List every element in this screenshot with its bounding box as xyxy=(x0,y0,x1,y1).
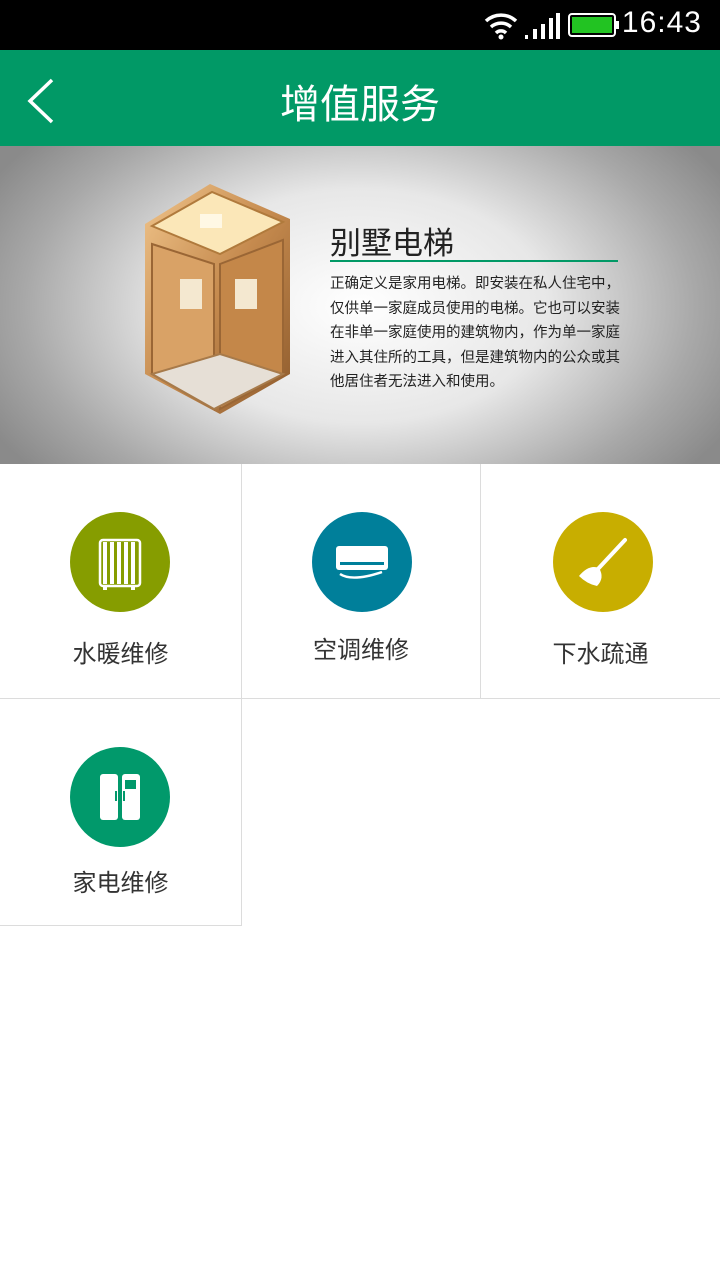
refrigerator-icon xyxy=(70,747,170,847)
service-label: 家电维修 xyxy=(72,869,169,897)
banner-title: 别墅电梯 xyxy=(330,226,454,262)
grid-divider xyxy=(0,925,242,926)
app-bar: 增值服务 xyxy=(0,50,720,146)
service-drain-unclog[interactable]: 下水疏通 xyxy=(481,464,720,698)
service-label: 下水疏通 xyxy=(552,640,649,668)
battery-icon xyxy=(568,13,619,37)
page-title: 增值服务 xyxy=(280,82,440,128)
air-conditioner-icon xyxy=(312,512,412,612)
banner[interactable]: 别墅电梯 正确定义是家用电梯。即安装在私人住宅中，仅供单一家庭成员使用的电梯。它… xyxy=(0,146,720,464)
radiator-icon xyxy=(70,512,170,612)
grid-divider xyxy=(480,464,481,698)
wifi-icon xyxy=(484,13,518,40)
banner-divider xyxy=(330,260,618,262)
service-label: 空调维修 xyxy=(313,636,409,664)
status-time: 16:43 xyxy=(621,6,702,39)
villa-elevator-image xyxy=(145,184,290,414)
service-label: 水暖维修 xyxy=(72,640,169,668)
service-appliance-repair[interactable]: 家电维修 xyxy=(0,698,241,925)
status-bar: 16:43 xyxy=(0,0,720,50)
service-air-conditioner[interactable]: 空调维修 xyxy=(241,464,481,698)
service-plumbing-heating[interactable]: 水暖维修 xyxy=(0,464,241,698)
banner-description: 正确定义是家用电梯。即安装在私人住宅中，仅供单一家庭成员使用的电梯。它也可以安装… xyxy=(330,276,620,390)
plunger-icon xyxy=(553,512,653,612)
grid-divider xyxy=(0,698,720,699)
signal-icon xyxy=(525,13,560,39)
grid-divider xyxy=(241,464,242,925)
